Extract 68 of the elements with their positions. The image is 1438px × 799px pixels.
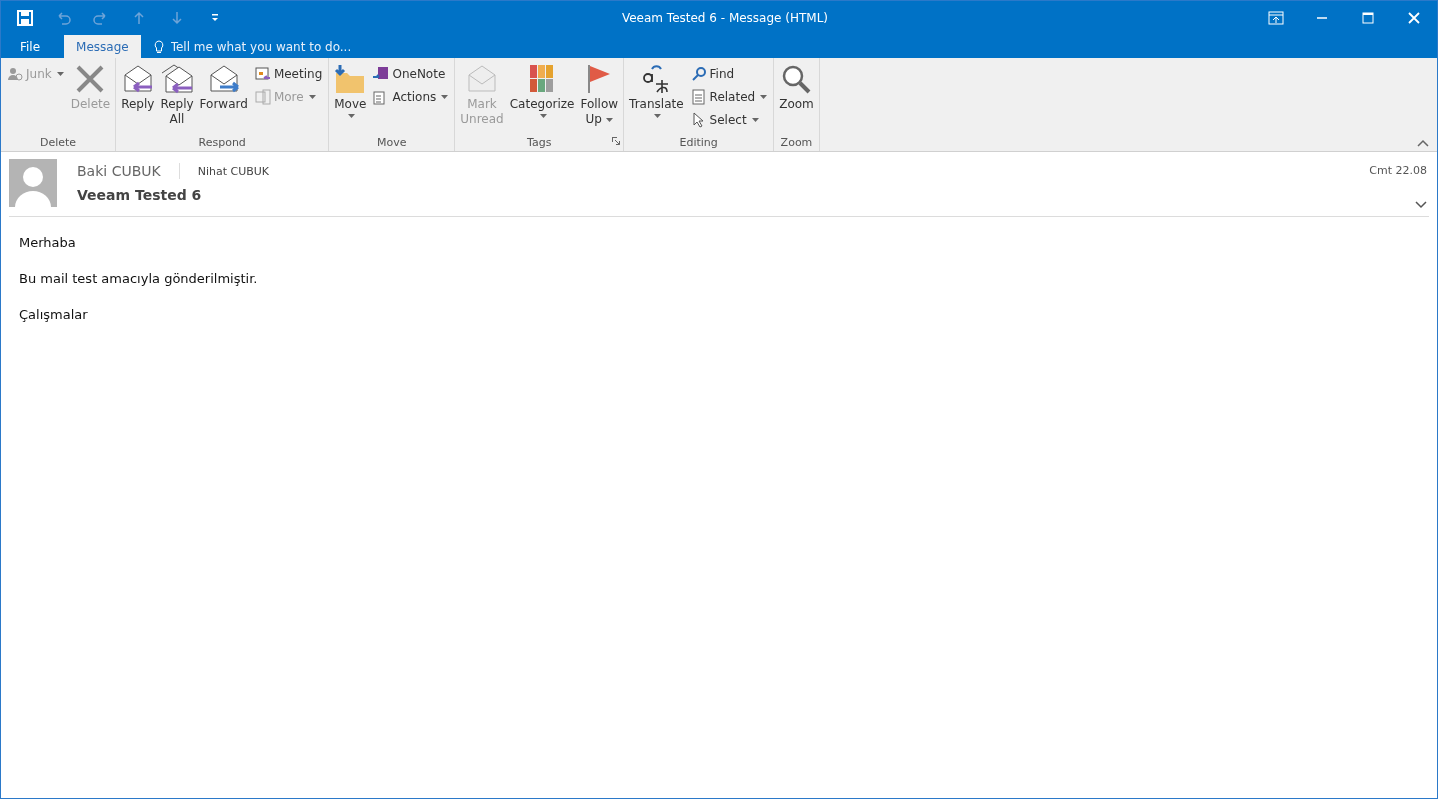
ribbon-button[interactable]: Move xyxy=(332,61,369,131)
caret-icon xyxy=(539,114,547,118)
envelope-arrow-icon xyxy=(207,63,240,95)
ribbon-button[interactable]: Related xyxy=(687,86,771,107)
collapse-ribbon-button[interactable] xyxy=(1417,139,1429,147)
maximize-icon xyxy=(1360,10,1376,26)
caret-icon xyxy=(653,114,661,118)
window-icon xyxy=(254,88,271,105)
caret-icon xyxy=(751,117,759,122)
ribbon-button[interactable]: OneNote xyxy=(370,63,452,84)
expand-header-button[interactable] xyxy=(1415,201,1427,209)
ribbon-button[interactable]: Follow Up xyxy=(578,61,621,131)
ribbon-button[interactable]: Reply All xyxy=(158,61,196,131)
body-paragraph: Çalışmalar xyxy=(19,307,88,322)
notebook-icon xyxy=(373,65,390,82)
caret-icon xyxy=(308,94,316,99)
save-icon xyxy=(17,10,33,26)
envelopes-arrow-icon xyxy=(161,63,193,95)
people-icon xyxy=(7,65,23,82)
envelope-arrow-icon xyxy=(121,63,154,95)
folder-arrow-icon xyxy=(334,63,367,95)
search-icon xyxy=(690,65,707,82)
ribbon-button[interactable]: Zoom xyxy=(777,61,816,131)
ribbon-button[interactable]: Select xyxy=(687,109,771,130)
tell-me-field[interactable]: Tell me what you want to do... xyxy=(152,35,373,58)
group-label: Move xyxy=(377,135,407,149)
sender-name: Baki CUBUK xyxy=(77,163,180,179)
close-icon xyxy=(1406,10,1422,26)
avatar-icon xyxy=(9,159,57,207)
group-label: Zoom xyxy=(780,135,813,149)
dialog-launcher-button[interactable] xyxy=(612,137,621,145)
message-date: Cmt 22.08 xyxy=(1369,164,1427,177)
group-label: Delete xyxy=(40,135,77,149)
recipient-name: Nihat CUBUK xyxy=(197,164,270,178)
chevron-down-icon xyxy=(1415,201,1427,209)
redo-icon xyxy=(93,10,109,26)
caret-icon xyxy=(760,94,768,99)
body-paragraph: Merhaba xyxy=(19,235,76,250)
message-subject: Veeam Tested 6 xyxy=(77,187,203,203)
ribbon-button[interactable]: Translate xyxy=(627,61,686,131)
ribbon-tab[interactable]: File xyxy=(1,35,53,58)
chevron-up-icon xyxy=(1417,139,1429,147)
document-icon xyxy=(690,88,707,105)
lightbulb-icon xyxy=(152,39,165,54)
ribbon-button[interactable]: Meeting xyxy=(251,63,326,84)
minimize-icon xyxy=(1317,17,1327,19)
body-paragraph: Bu mail test amacıyla gönderilmiştir. xyxy=(19,271,258,286)
undo-icon xyxy=(55,10,71,26)
ribbon-button[interactable]: Reply xyxy=(119,61,157,131)
arrow-down-icon xyxy=(169,10,185,26)
search-icon xyxy=(780,63,813,95)
group-label: Respond xyxy=(198,135,246,149)
ribbon-button[interactable]: Categorize xyxy=(507,61,577,131)
ribbon-button[interactable]: Actions xyxy=(370,86,452,107)
caret-icon xyxy=(56,71,64,76)
envelope-icon xyxy=(466,63,498,95)
group-label: Tags xyxy=(527,135,552,149)
calendar-icon xyxy=(254,65,271,82)
caret-icon xyxy=(347,114,355,118)
ribbon-button[interactable]: Find xyxy=(687,63,771,84)
group-label: Editing xyxy=(679,135,718,149)
window-title: Veeam Tested 6 - Message (HTML) xyxy=(620,11,830,25)
launcher-icon xyxy=(612,137,621,145)
caret-icon xyxy=(441,94,449,99)
ribbon-display-icon xyxy=(1268,10,1284,26)
ribbon-button[interactable]: Forward xyxy=(197,61,250,131)
caret-icon xyxy=(605,117,613,122)
ribbon-tab[interactable]: Message xyxy=(64,35,141,58)
